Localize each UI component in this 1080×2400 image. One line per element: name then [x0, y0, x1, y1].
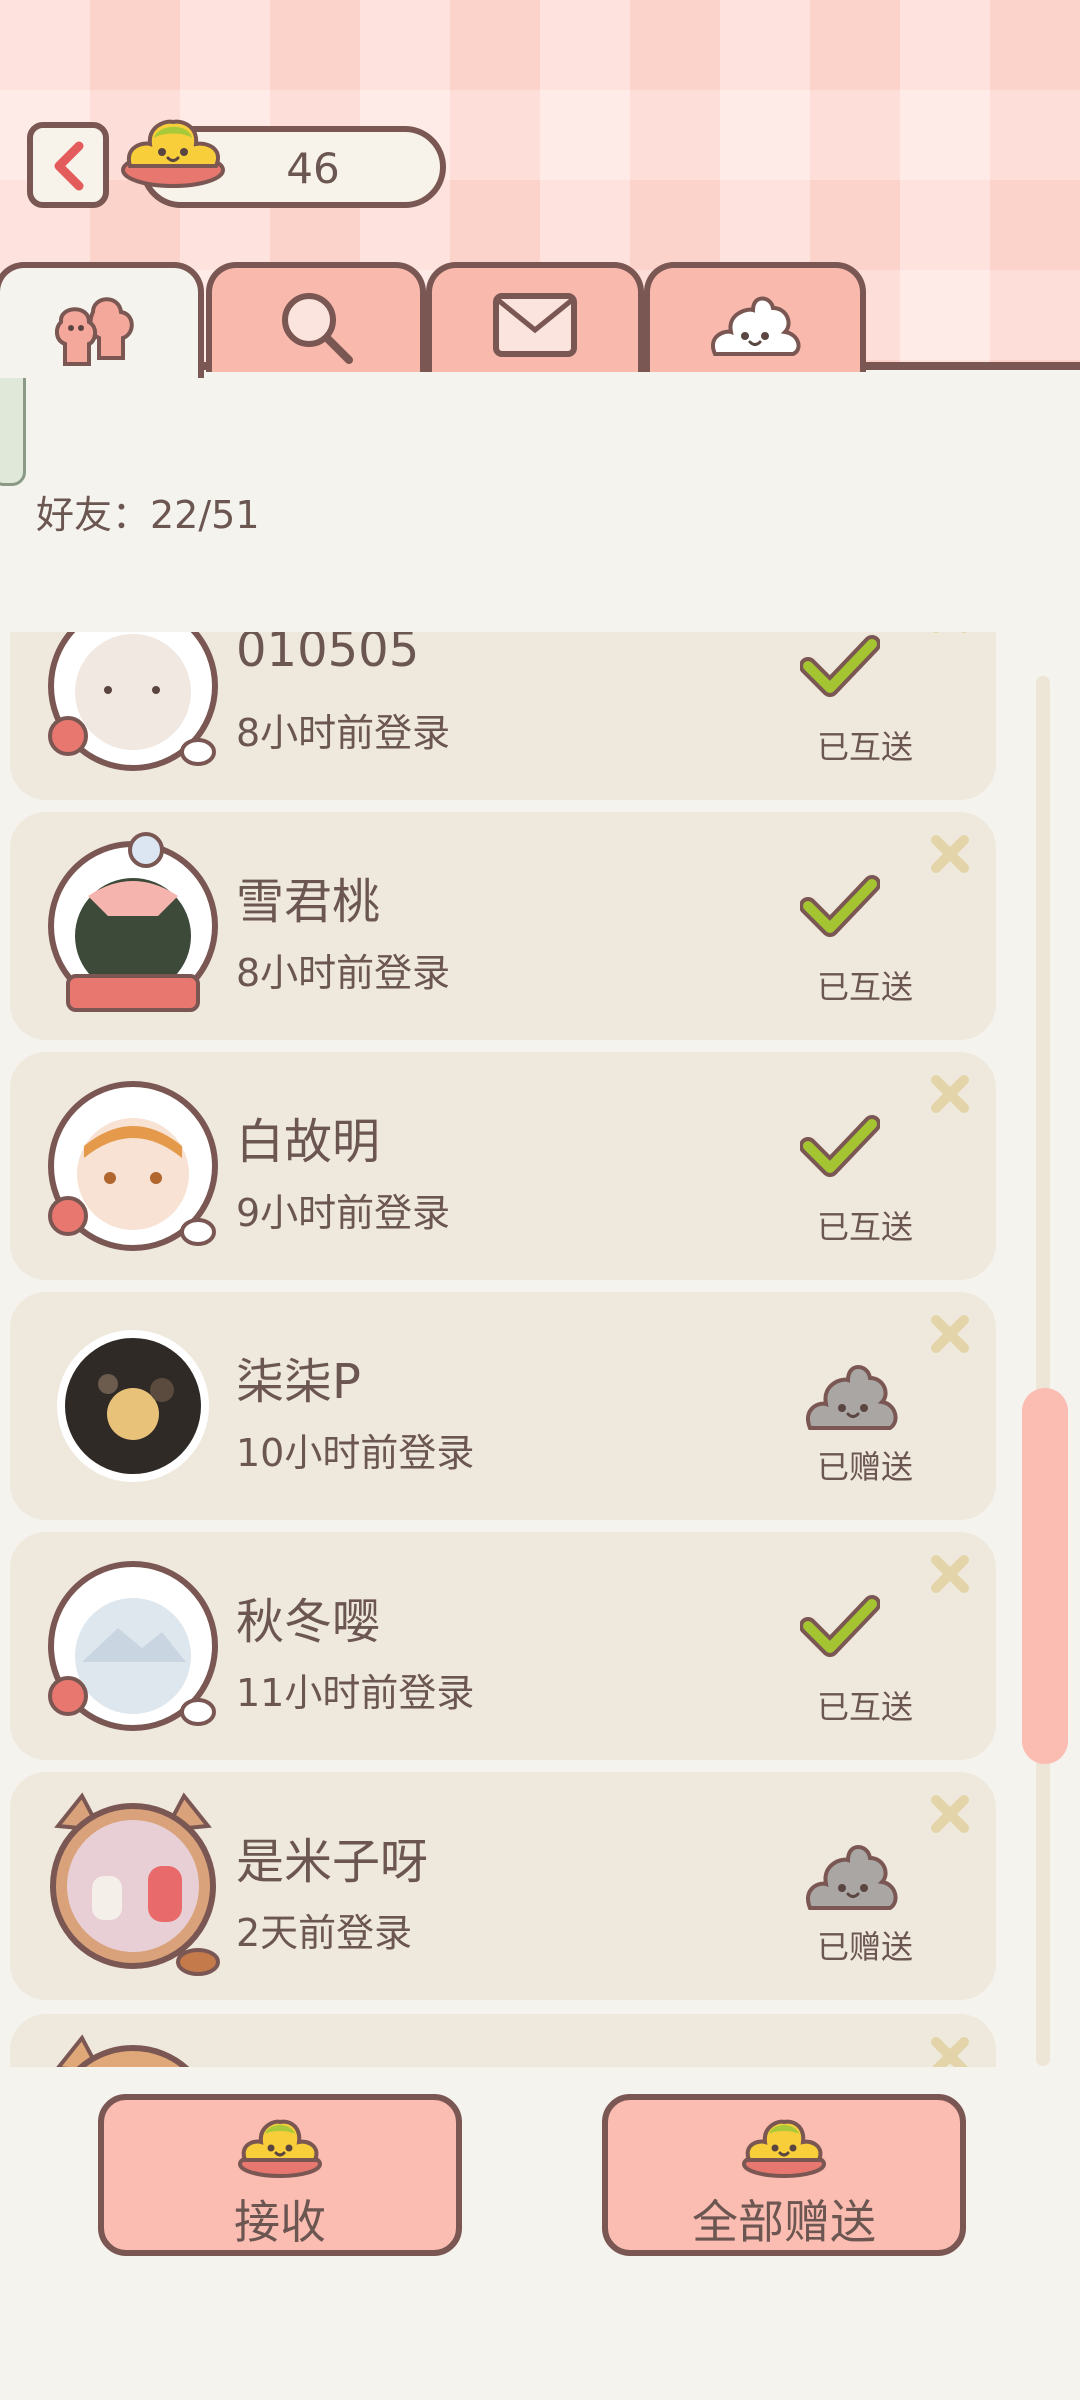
- check-icon: [800, 1115, 880, 1177]
- remove-friend-icon[interactable]: [928, 1072, 972, 1116]
- friend-name: 010505: [236, 632, 420, 678]
- gift-poop-icon: [806, 1845, 898, 1910]
- gift-status: 已互送: [816, 968, 913, 1006]
- friends-list[interactable]: 010505 8小时前登录 已互送 雪君桃 8小时前登录 已互送 白故明 9小时…: [0, 632, 1010, 2067]
- check-icon: [800, 875, 880, 937]
- coin-poop-icon: [238, 2119, 322, 2178]
- tab-mail[interactable]: [426, 262, 644, 372]
- friend-name: 柒柒P: [236, 1354, 361, 1410]
- remove-friend-icon[interactable]: [928, 1552, 972, 1596]
- friend-name: 白故明: [236, 1114, 381, 1170]
- last-login: 9小时前登录: [236, 1191, 451, 1235]
- check-icon: [800, 635, 880, 697]
- avatar: [48, 632, 218, 771]
- receive-button[interactable]: 接收: [98, 2094, 462, 2256]
- last-login: 8小时前登录: [236, 711, 451, 755]
- remove-friend-icon[interactable]: [928, 2034, 972, 2067]
- friends-icon: [54, 297, 134, 366]
- last-login: 10小时前登录: [236, 1431, 475, 1475]
- last-login: 11小时前登录: [236, 1671, 475, 1715]
- scrollbar-thumb[interactable]: [1022, 1388, 1068, 1764]
- friend-card[interactable]: 雪君桃 8小时前登录 已互送: [10, 812, 996, 1040]
- friend-card[interactable]: [10, 2014, 996, 2067]
- back-arrow-icon: [54, 141, 84, 191]
- receive-label: 接收: [234, 2195, 326, 2249]
- remove-friend-icon[interactable]: [928, 832, 972, 876]
- friend-card[interactable]: 秋冬嘤 11小时前登录 已互送: [10, 1532, 996, 1760]
- tab-poop[interactable]: [644, 262, 866, 372]
- friend-name: 是米子呀: [236, 1834, 429, 1890]
- coin-poop-icon: [121, 119, 225, 188]
- avatar: [48, 832, 218, 1012]
- avatar: [48, 1081, 218, 1251]
- coin-poop-icon: [742, 2119, 826, 2178]
- gift-poop-icon: [806, 1365, 898, 1430]
- remove-friend-icon[interactable]: [928, 1792, 972, 1836]
- friend-card[interactable]: 白故明 9小时前登录 已互送: [10, 1052, 996, 1280]
- avatar: [57, 1330, 209, 1482]
- mail-icon: [493, 293, 577, 357]
- friend-name: 雪君桃: [236, 874, 381, 930]
- send-all-button[interactable]: 全部赠送: [602, 2094, 966, 2256]
- last-login: 8小时前登录: [236, 951, 451, 995]
- check-icon: [800, 1595, 880, 1657]
- remove-friend-icon[interactable]: [928, 632, 972, 636]
- scrollbar-track[interactable]: [1036, 676, 1050, 2066]
- gift-status: 已互送: [816, 1688, 913, 1726]
- friend-card[interactable]: 柒柒P 10小时前登录 已赠送: [10, 1292, 996, 1520]
- tab-friends[interactable]: [0, 262, 204, 378]
- tab-search[interactable]: [206, 262, 426, 372]
- avatar: [48, 1561, 218, 1731]
- friend-card[interactable]: 010505 8小时前登录 已互送: [10, 632, 996, 800]
- gift-status: 已赠送: [816, 1928, 913, 1966]
- back-button[interactable]: [27, 122, 109, 208]
- search-icon: [282, 293, 353, 364]
- gift-status: 已互送: [816, 1208, 913, 1246]
- gift-status: 已互送: [816, 728, 913, 766]
- remove-friend-icon[interactable]: [928, 1312, 972, 1356]
- poop-icon: [711, 296, 801, 356]
- friend-count-label: 好友：22/51: [36, 493, 260, 537]
- friend-card[interactable]: 是米子呀 2天前登录 已赠送: [10, 1772, 996, 2000]
- gift-status: 已赠送: [816, 1448, 913, 1486]
- avatar: [56, 2034, 190, 2067]
- send-all-label: 全部赠送: [692, 2195, 876, 2249]
- last-login: 2天前登录: [236, 1911, 413, 1955]
- friend-name: 秋冬嘤: [236, 1594, 381, 1650]
- avatar: [50, 1792, 220, 1976]
